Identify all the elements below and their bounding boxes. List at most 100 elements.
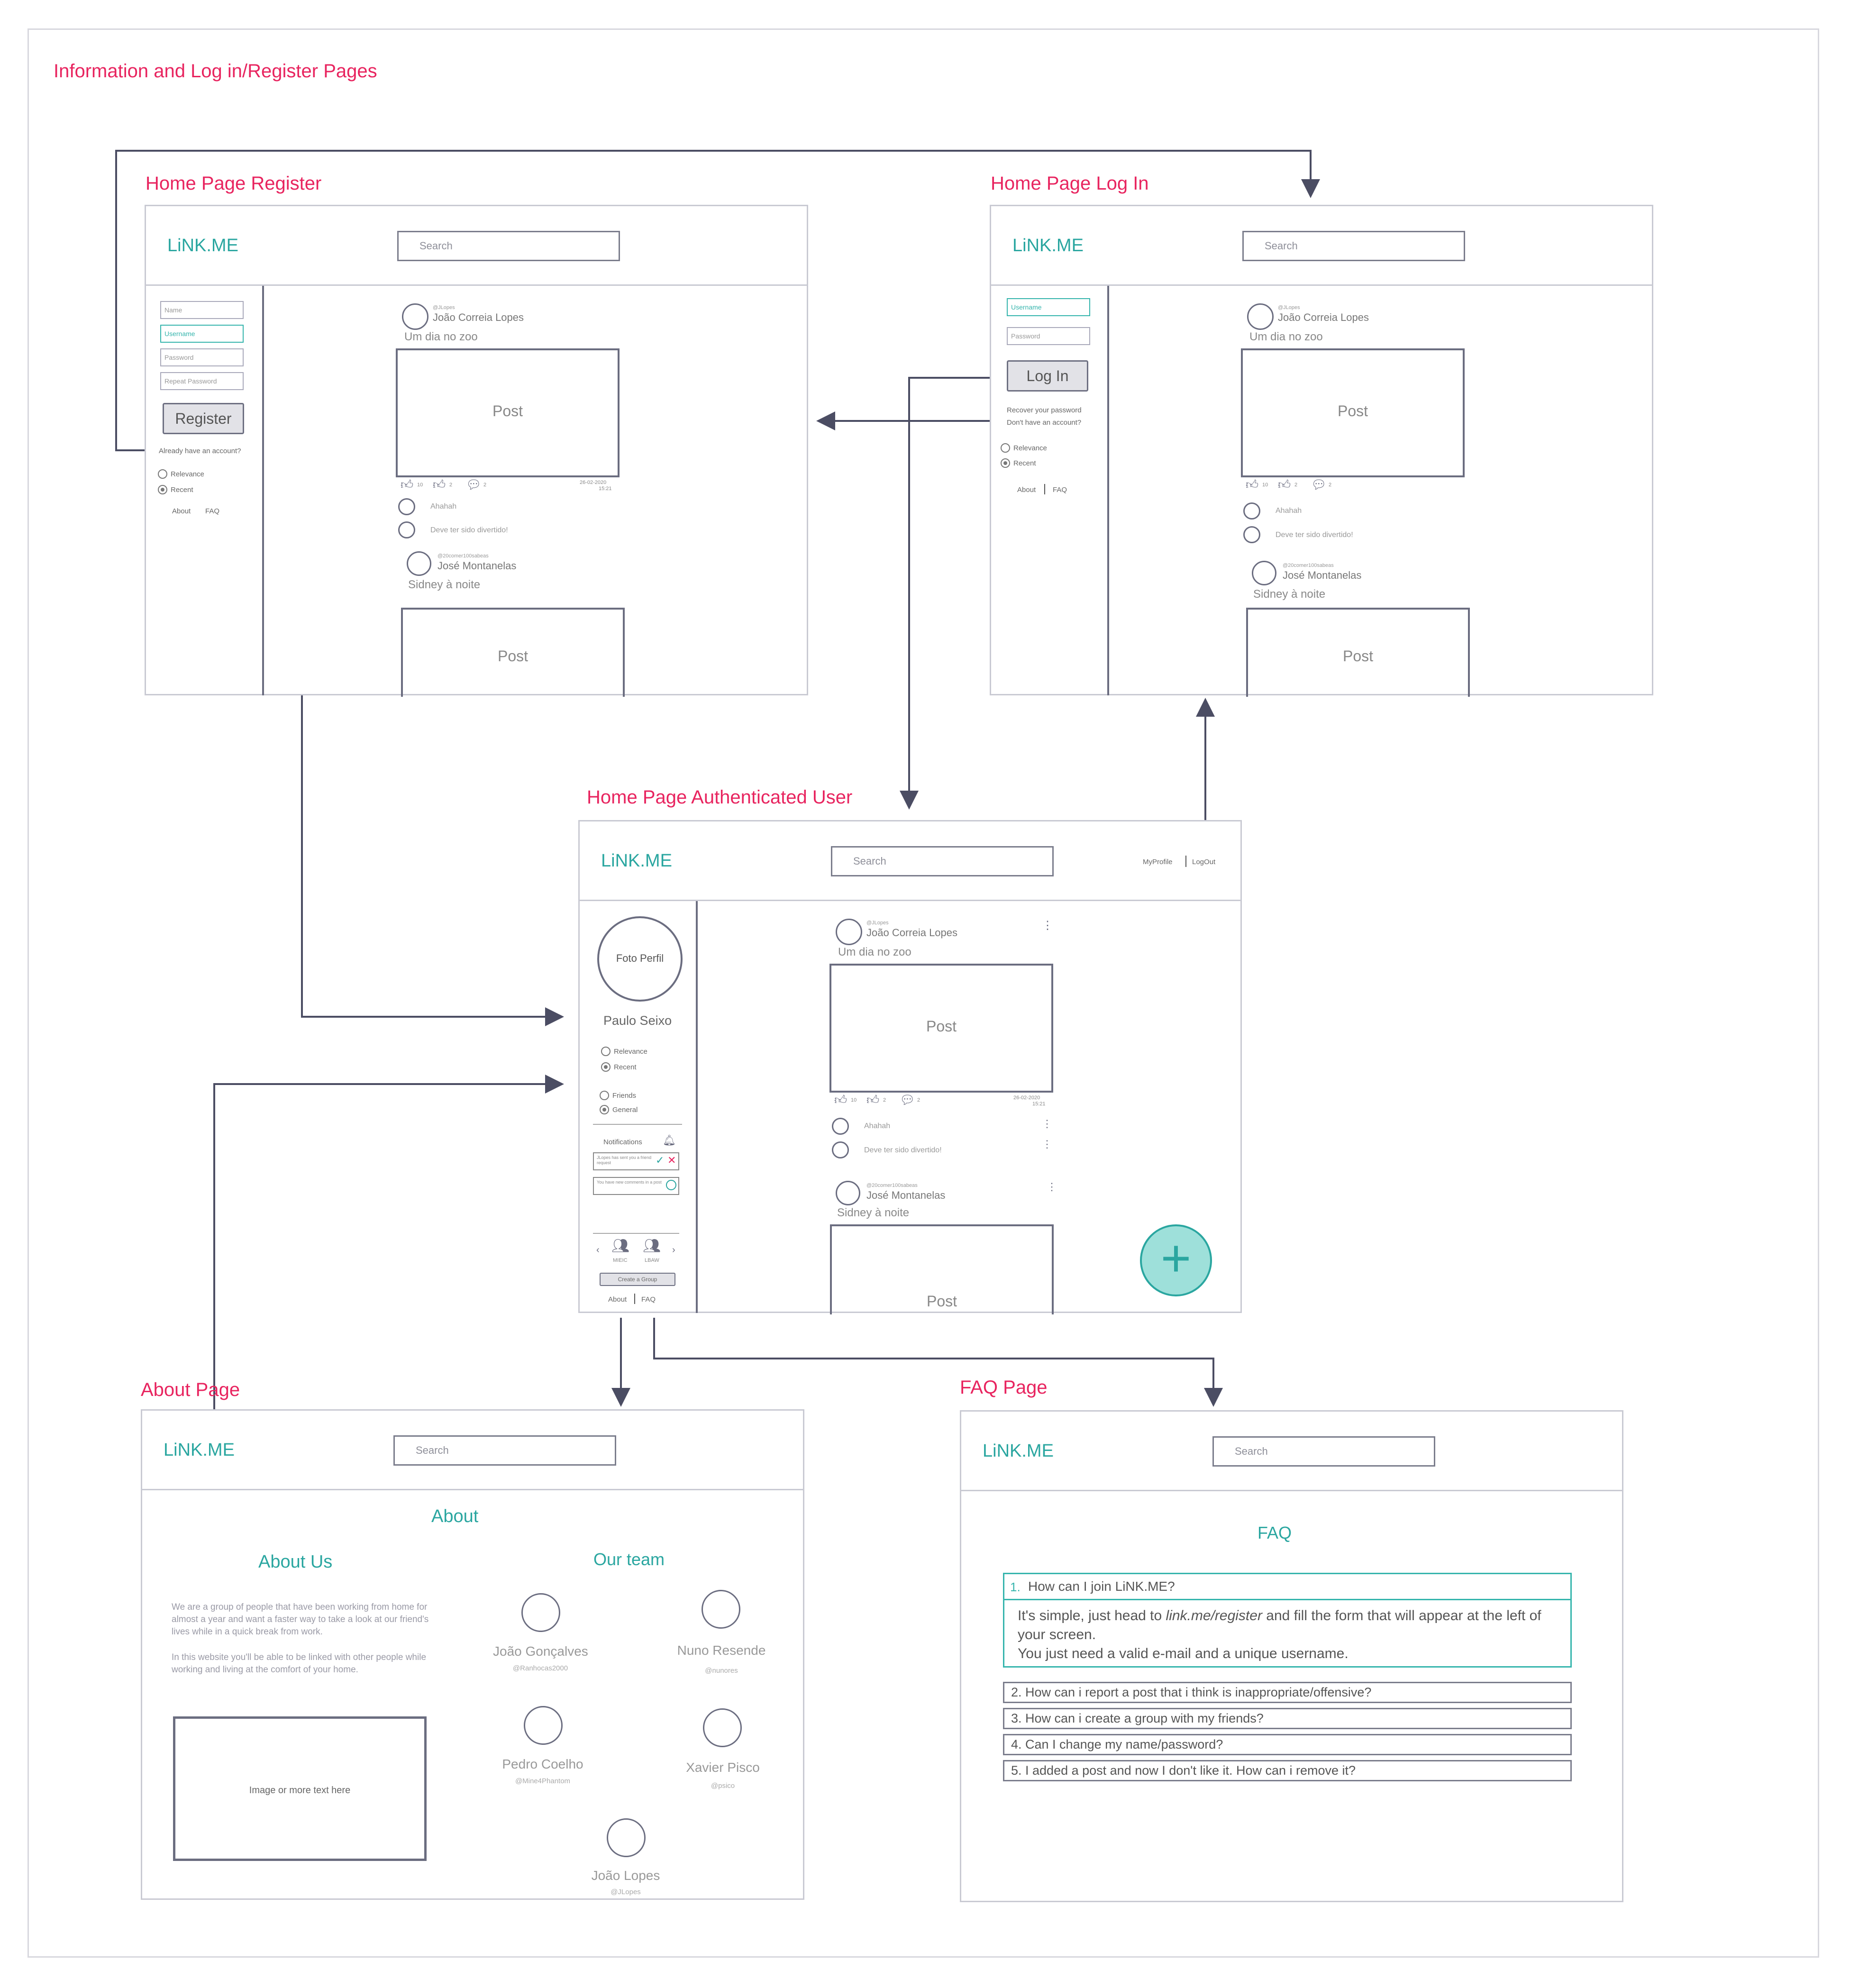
user-name[interactable]: Paulo Seixo bbox=[603, 1013, 672, 1028]
post-content[interactable]: Post bbox=[1241, 348, 1465, 477]
team-avatar[interactable] bbox=[702, 1590, 740, 1629]
comment-avatar[interactable] bbox=[832, 1118, 849, 1135]
comment-avatar[interactable] bbox=[398, 498, 415, 515]
team-avatar[interactable] bbox=[521, 1593, 560, 1632]
avatar[interactable] bbox=[407, 551, 431, 576]
post-handle[interactable]: @20comer100sabeas bbox=[437, 553, 489, 559]
post-handle[interactable]: @JLopes bbox=[1278, 305, 1300, 310]
like-icon[interactable]: 👍︎ bbox=[401, 477, 413, 492]
comment-avatar[interactable] bbox=[1243, 502, 1260, 520]
post-content[interactable]: Post bbox=[401, 608, 625, 697]
already-have-account-link[interactable]: Already have an account? bbox=[159, 447, 241, 455]
chevron-left-icon[interactable]: ‹ bbox=[596, 1245, 600, 1256]
accept-icon[interactable]: ✓ bbox=[656, 1154, 664, 1167]
post-author[interactable]: João Correia Lopes bbox=[866, 927, 957, 939]
info-icon[interactable] bbox=[666, 1180, 676, 1190]
team-avatar[interactable] bbox=[607, 1818, 646, 1857]
username-field[interactable]: Username bbox=[1007, 298, 1090, 316]
more-options-icon[interactable]: ⋮ bbox=[1042, 919, 1053, 932]
group-label[interactable]: MIEIC bbox=[613, 1258, 628, 1263]
search-input[interactable]: Search bbox=[393, 1435, 616, 1466]
about-link[interactable]: About bbox=[1017, 486, 1036, 494]
more-options-icon[interactable]: ⋮ bbox=[1047, 1181, 1057, 1193]
search-input[interactable]: Search bbox=[831, 846, 1054, 876]
comment-avatar[interactable] bbox=[1243, 526, 1260, 543]
friend-request-notification[interactable]: JLopes has sent you a friend request ✓ ✕ bbox=[593, 1152, 679, 1170]
logo[interactable]: LiNK.ME bbox=[601, 851, 672, 871]
dislike-icon[interactable]: 👍︎ bbox=[433, 477, 446, 492]
relevance-radio[interactable] bbox=[1001, 443, 1010, 453]
post-content[interactable]: Post bbox=[830, 1224, 1054, 1314]
logo[interactable]: LiNK.ME bbox=[983, 1441, 1054, 1461]
comment-icon[interactable]: 💬︎ bbox=[900, 1093, 915, 1107]
post-handle[interactable]: @JLopes bbox=[866, 920, 889, 926]
avatar[interactable] bbox=[402, 303, 428, 330]
faq-link[interactable]: FAQ bbox=[205, 507, 219, 515]
faq-question[interactable]: 3. How can i create a group with my frie… bbox=[1003, 1708, 1572, 1729]
team-avatar[interactable] bbox=[703, 1708, 742, 1747]
logo[interactable]: LiNK.ME bbox=[167, 236, 238, 256]
avatar[interactable] bbox=[836, 919, 862, 945]
avatar[interactable] bbox=[1247, 303, 1274, 330]
post-content[interactable]: Post bbox=[829, 964, 1053, 1093]
team-avatar[interactable] bbox=[524, 1706, 563, 1745]
logo[interactable]: LiNK.ME bbox=[164, 1440, 235, 1460]
search-input[interactable]: Search bbox=[397, 231, 620, 261]
username-field[interactable]: Username bbox=[160, 325, 244, 343]
faq-item-expanded[interactable]: 1. How can I join LiNK.ME? It's simple, … bbox=[1003, 1573, 1572, 1668]
login-button[interactable]: Log In bbox=[1007, 360, 1088, 392]
like-icon[interactable]: 👍︎ bbox=[1246, 477, 1258, 492]
chevron-right-icon[interactable]: › bbox=[672, 1245, 675, 1256]
search-input[interactable]: Search bbox=[1212, 1436, 1435, 1467]
about-link[interactable]: About bbox=[608, 1295, 627, 1304]
comment-icon[interactable]: 💬︎ bbox=[1311, 477, 1327, 492]
relevance-radio[interactable] bbox=[158, 469, 167, 479]
logout-link[interactable]: LogOut bbox=[1192, 858, 1215, 866]
register-link[interactable]: link.me/register bbox=[1166, 1608, 1262, 1623]
recent-radio[interactable] bbox=[601, 1062, 611, 1072]
more-options-icon[interactable]: ⋮ bbox=[1042, 1118, 1052, 1130]
faq-question[interactable]: 5. I added a post and now I don't like i… bbox=[1003, 1760, 1572, 1781]
comment-icon[interactable]: 💬︎ bbox=[466, 477, 482, 492]
recent-radio[interactable] bbox=[1001, 458, 1010, 468]
group-icon[interactable]: 👥︎ bbox=[643, 1238, 661, 1254]
post-handle[interactable]: @20comer100sabeas bbox=[866, 1183, 918, 1188]
comment-notification[interactable]: You have new comments in a post bbox=[593, 1177, 679, 1195]
post-author[interactable]: João Correia Lopes bbox=[1278, 311, 1369, 324]
post-content[interactable]: Post bbox=[1246, 608, 1470, 697]
post-handle[interactable]: @JLopes bbox=[433, 305, 455, 310]
recover-password-link[interactable]: Recover your password bbox=[1007, 406, 1082, 414]
post-handle[interactable]: @20comer100sabeas bbox=[1283, 563, 1334, 568]
comment-avatar[interactable] bbox=[832, 1141, 849, 1158]
group-label[interactable]: LBAW bbox=[645, 1258, 659, 1263]
faq-question-row[interactable]: 1. How can I join LiNK.ME? bbox=[1004, 1574, 1570, 1600]
no-account-link[interactable]: Don't have an account? bbox=[1007, 419, 1081, 427]
avatar[interactable] bbox=[1252, 561, 1276, 585]
logo[interactable]: LiNK.ME bbox=[1012, 236, 1084, 256]
dislike-icon[interactable]: 👍︎ bbox=[866, 1093, 879, 1107]
about-link[interactable]: About bbox=[172, 507, 191, 515]
add-post-button[interactable]: + bbox=[1140, 1224, 1212, 1296]
search-input[interactable]: Search bbox=[1242, 231, 1465, 261]
reject-icon[interactable]: ✕ bbox=[667, 1154, 676, 1167]
name-field[interactable]: Name bbox=[160, 301, 244, 319]
post-author[interactable]: João Correia Lopes bbox=[433, 311, 524, 324]
repeat-password-field[interactable]: Repeat Password bbox=[160, 372, 244, 390]
bell-icon[interactable]: 🔔︎ bbox=[663, 1134, 676, 1147]
faq-link[interactable]: FAQ bbox=[641, 1295, 656, 1304]
post-content[interactable]: Post bbox=[396, 348, 620, 477]
post-author[interactable]: José Montanelas bbox=[437, 560, 516, 572]
dislike-icon[interactable]: 👍︎ bbox=[1278, 477, 1291, 492]
recent-radio[interactable] bbox=[158, 485, 167, 494]
post-author[interactable]: José Montanelas bbox=[1283, 569, 1361, 582]
faq-question[interactable]: 2. How can i report a post that i think … bbox=[1003, 1682, 1572, 1703]
password-field[interactable]: Password bbox=[160, 348, 244, 366]
like-icon[interactable]: 👍︎ bbox=[834, 1093, 847, 1107]
post-author[interactable]: José Montanelas bbox=[866, 1189, 945, 1202]
register-button[interactable]: Register bbox=[163, 403, 244, 434]
my-profile-link[interactable]: MyProfile bbox=[1143, 858, 1173, 866]
group-icon[interactable]: 👥︎ bbox=[611, 1238, 629, 1254]
friends-radio[interactable] bbox=[600, 1091, 609, 1100]
relevance-radio[interactable] bbox=[601, 1047, 611, 1056]
comment-avatar[interactable] bbox=[398, 521, 415, 538]
